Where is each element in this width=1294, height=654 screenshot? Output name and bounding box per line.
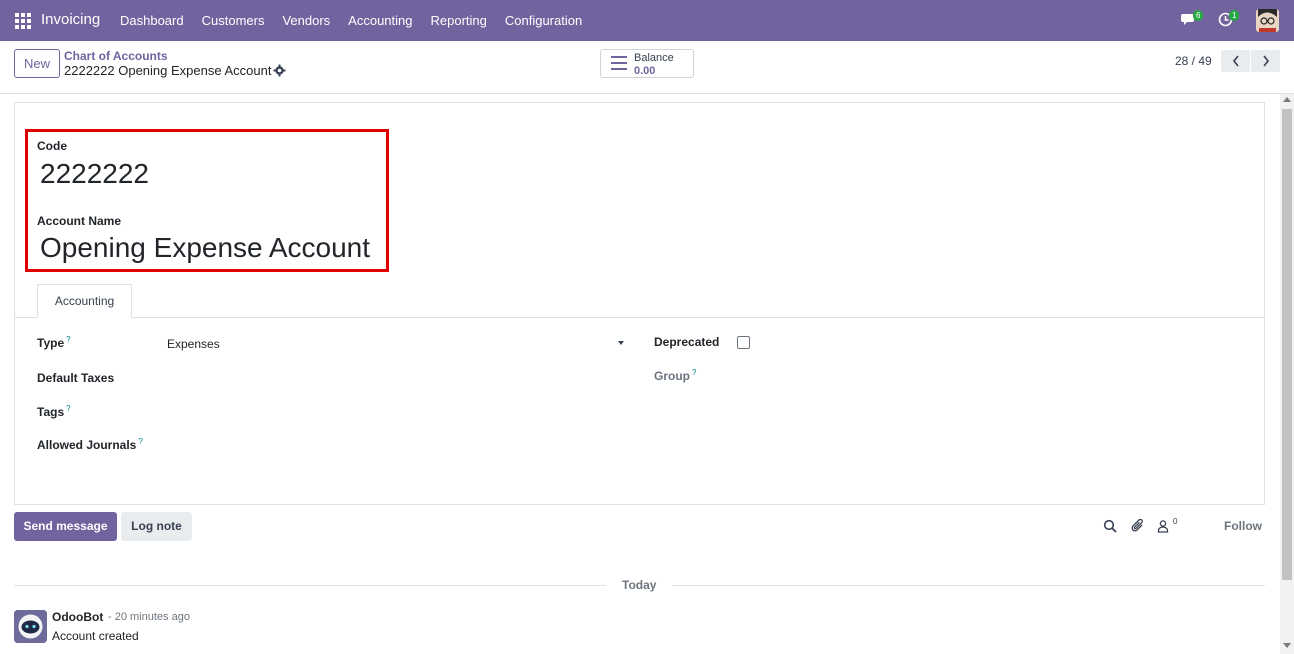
code-label: Code — [37, 139, 67, 153]
deprecated-checkbox[interactable] — [737, 336, 750, 349]
type-select[interactable]: Expenses — [167, 337, 220, 351]
menu-item-customers[interactable]: Customers — [202, 13, 265, 28]
scroll-down-arrow-icon[interactable] — [1283, 643, 1291, 648]
breadcrumb-chart-of-accounts[interactable]: Chart of Accounts — [64, 49, 168, 63]
tab-accounting[interactable]: Accounting — [37, 284, 132, 318]
scroll-up-arrow-icon[interactable] — [1283, 97, 1291, 102]
account-name-field[interactable]: Opening Expense Account — [40, 232, 370, 264]
followers-count: 0 — [1173, 517, 1178, 526]
chevron-left-icon — [1232, 55, 1239, 67]
balance-label: Balance — [634, 52, 674, 64]
bars-icon — [611, 56, 627, 70]
pager-value[interactable]: 28 / 49 — [1175, 54, 1212, 68]
type-label: Type? — [37, 335, 71, 350]
group-label: Group? — [654, 368, 697, 383]
date-separator-label: Today — [622, 578, 657, 592]
tags-label: Tags? — [37, 404, 71, 419]
new-button[interactable]: New — [14, 49, 60, 78]
message-author[interactable]: OdooBot — [52, 610, 103, 624]
allowed-journals-label: Allowed Journals? — [37, 437, 143, 452]
follow-button[interactable]: Follow — [1224, 519, 1262, 533]
account-name-label: Account Name — [37, 214, 122, 228]
menu-item-configuration[interactable]: Configuration — [505, 13, 582, 28]
message-body: Account created — [52, 629, 139, 643]
menu-item-dashboard[interactable]: Dashboard — [120, 13, 184, 28]
top-navbar: Invoicing Dashboard Customers Vendors Ac… — [0, 0, 1294, 41]
app-name[interactable]: Invoicing — [41, 11, 100, 28]
main-menu: Dashboard Customers Vendors Accounting R… — [120, 13, 600, 28]
date-separator-line-right — [672, 585, 1265, 586]
apps-menu-icon[interactable] — [15, 13, 31, 29]
chevron-right-icon — [1262, 55, 1269, 67]
send-message-button[interactable]: Send message — [14, 512, 117, 541]
type-help-icon[interactable]: ? — [66, 335, 70, 344]
date-separator-line-left — [14, 585, 606, 586]
message-timestamp: - 20 minutes ago — [108, 611, 190, 623]
log-note-button[interactable]: Log note — [121, 512, 192, 541]
code-field[interactable]: 2222222 — [40, 158, 149, 190]
odoobot-avatar — [14, 610, 47, 643]
balance-smart-button[interactable]: Balance 0.00 — [600, 49, 694, 78]
tags-help-icon[interactable]: ? — [66, 404, 70, 413]
default-taxes-label: Default Taxes — [37, 371, 115, 385]
paperclip-icon[interactable] — [1131, 519, 1145, 533]
scrollbar-thumb[interactable] — [1282, 109, 1292, 580]
deprecated-label: Deprecated — [654, 335, 720, 349]
user-avatar[interactable] — [1256, 9, 1279, 32]
group-help-icon[interactable]: ? — [692, 368, 696, 377]
followers-user-icon[interactable] — [1157, 519, 1171, 533]
tab-divider — [15, 317, 1264, 318]
menu-item-accounting[interactable]: Accounting — [348, 13, 412, 28]
pager-previous-button[interactable] — [1221, 50, 1250, 72]
pager-next-button[interactable] — [1251, 50, 1280, 72]
chevron-down-icon[interactable] — [618, 341, 624, 345]
gear-icon[interactable] — [273, 64, 286, 77]
menu-item-reporting[interactable]: Reporting — [431, 13, 487, 28]
allowed-journals-help-icon[interactable]: ? — [138, 437, 142, 446]
balance-value: 0.00 — [634, 65, 656, 77]
search-icon[interactable] — [1103, 519, 1117, 533]
menu-item-vendors[interactable]: Vendors — [282, 13, 330, 28]
breadcrumb-current-record: 2222222 Opening Expense Account — [64, 63, 272, 78]
